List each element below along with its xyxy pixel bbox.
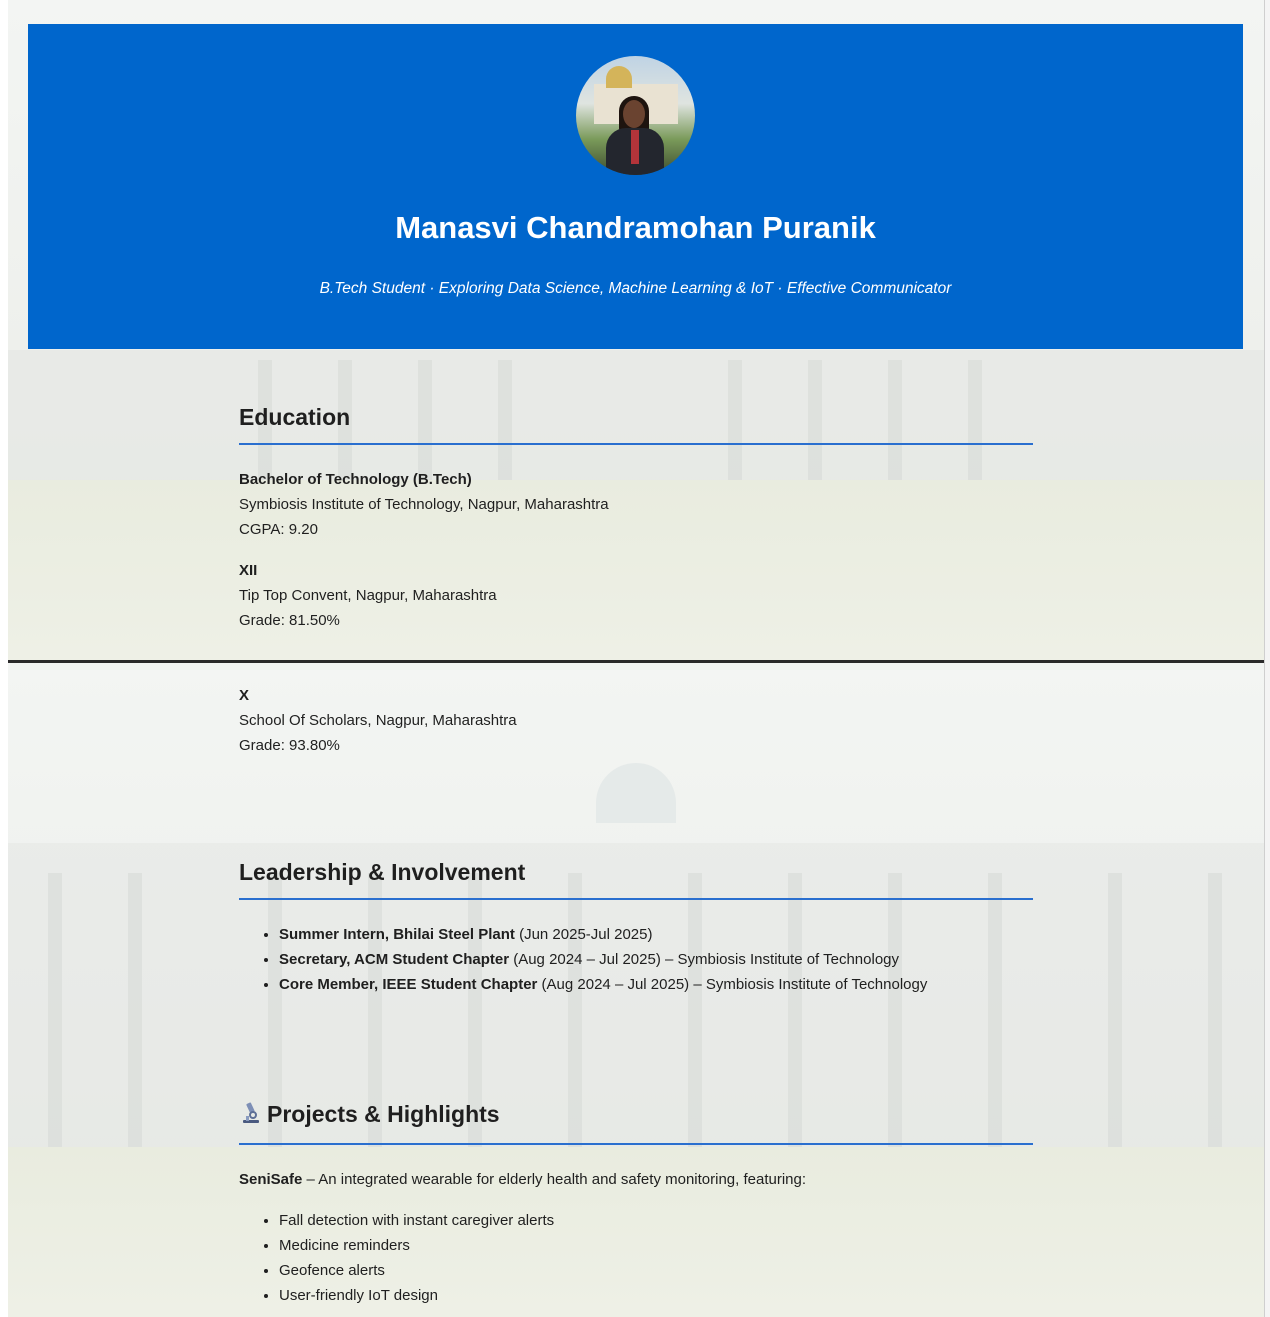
projects-heading-text: Projects & Highlights [267,1101,500,1128]
role-title: Secretary, ACM Student Chapter [279,951,510,968]
institution-name: Tip Top Convent, Nagpur, Maharashtra [239,587,497,604]
education-entry: X School Of Scholars, Nagpur, Maharashtr… [239,683,1033,758]
role-detail: (Aug 2024 – Jul 2025) – Symbiosis Instit… [537,976,928,993]
profile-header: Manasvi Chandramohan Puranik B.Tech Stud… [28,24,1243,349]
list-item: Core Member, IEEE Student Chapter (Aug 2… [279,972,1033,997]
score-value: Grade: 93.80% [239,737,340,754]
education-section: Education Bachelor of Technology (B.Tech… [239,404,1033,633]
leadership-heading: Leadership & Involvement [239,859,1033,900]
projects-section: Projects & Highlights SeniSafe – An inte… [239,1101,1033,1308]
microscope-icon [239,1101,267,1131]
list-item: User-friendly IoT design [279,1283,1033,1308]
list-item: Secretary, ACM Student Chapter (Aug 2024… [279,947,1033,972]
list-item: Geofence alerts [279,1258,1033,1283]
institution-name: Symbiosis Institute of Technology, Nagpu… [239,496,609,513]
list-item: Summer Intern, Bhilai Steel Plant (Jun 2… [279,922,1033,947]
education-heading: Education [239,404,1033,445]
window-scrollbar[interactable] [1264,0,1270,1317]
degree-title: Bachelor of Technology (B.Tech) [239,471,472,488]
projects-heading: Projects & Highlights [239,1101,1033,1145]
education-entry: Bachelor of Technology (B.Tech) Symbiosi… [239,467,1033,542]
profile-photo [576,56,695,175]
list-item: Medicine reminders [279,1233,1033,1258]
profile-name: Manasvi Chandramohan Puranik [395,210,876,245]
page-view-bottom: X School Of Scholars, Nagpur, Maharashtr… [8,663,1264,1317]
education-section-continued: X School Of Scholars, Nagpur, Maharashtr… [239,671,1033,758]
degree-title: XII [239,562,258,579]
degree-title: X [239,687,250,704]
role-title: Core Member, IEEE Student Chapter [279,976,538,993]
project-summary: SeniSafe – An integrated wearable for el… [239,1167,1033,1192]
leadership-section: Leadership & Involvement Summer Intern, … [239,859,1033,997]
project-description: – An integrated wearable for elderly hea… [302,1171,807,1188]
project-name: SeniSafe [239,1171,303,1188]
score-value: CGPA: 9.20 [239,521,318,538]
profile-tagline: B.Tech Student · Exploring Data Science,… [319,280,952,297]
page-view-top: Manasvi Chandramohan Puranik B.Tech Stud… [8,0,1264,660]
score-value: Grade: 81.50% [239,612,340,629]
project-features-list: Fall detection with instant caregiver al… [239,1208,1033,1308]
role-title: Summer Intern, Bhilai Steel Plant [279,926,515,943]
role-detail: (Jun 2025-Jul 2025) [514,926,653,943]
institution-name: School Of Scholars, Nagpur, Maharashtra [239,712,517,729]
education-entry: XII Tip Top Convent, Nagpur, Maharashtra… [239,558,1033,633]
list-item: Fall detection with instant caregiver al… [279,1208,1033,1233]
leadership-list: Summer Intern, Bhilai Steel Plant (Jun 2… [239,922,1033,997]
role-detail: (Aug 2024 – Jul 2025) – Symbiosis Instit… [509,951,900,968]
